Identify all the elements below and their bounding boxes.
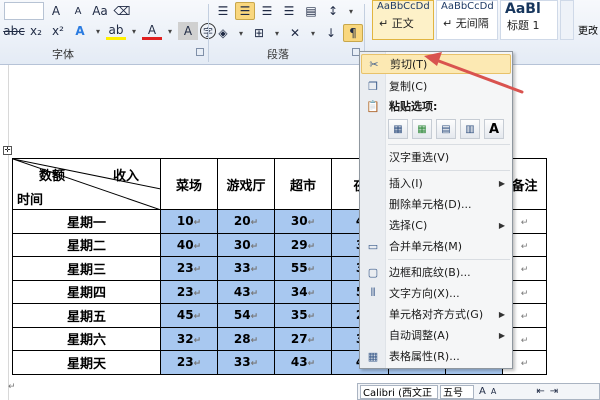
annotation-arrow xyxy=(424,52,524,94)
